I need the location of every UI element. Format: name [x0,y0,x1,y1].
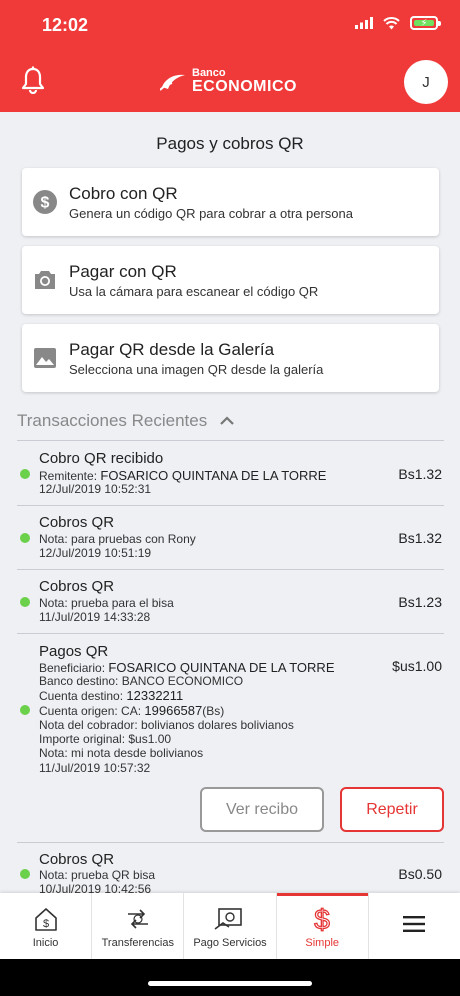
nav-item-simple[interactable]: $ Simple [276,893,369,959]
transaction-date: 12/Jul/2019 10:52:31 [39,482,152,496]
dollar-circle-icon: $ [33,190,57,214]
nav-label: Simple [305,937,340,949]
battery-icon: ⚡ [410,16,441,30]
page-title: Pagos y cobros QR [156,134,304,153]
home-indicator[interactable] [148,981,312,986]
transaction-line: Nota del cobrador: bolivianos dolares bo… [39,718,294,732]
transaction-line: Remitente: FOSARICO QUINTANA DE LA TORRE [39,468,327,483]
charge-qr-card[interactable]: $ Cobro con QR Genera un código QR para … [22,168,439,236]
nav-item-transferencias[interactable]: Transferencias [92,893,185,959]
app-header: 12:02 ⚡ Banco ECONOMICO J [0,0,460,112]
recent-transactions-header[interactable]: Transacciones Recientes [17,411,235,431]
transaction-title: Cobros QR [39,851,115,868]
transaction-amount: $us1.00 [392,658,442,674]
repeat-button[interactable]: Repetir [340,787,444,832]
status-dot [20,869,30,879]
transaction-line: Cuenta origen: CA: 19966587(Bs) [39,703,225,718]
nav-label: Inicio [32,937,59,949]
divider [17,505,444,506]
home-indicator-bar [0,959,460,996]
status-dot [20,705,30,715]
nav-label: Pago Servicios [193,937,267,949]
transaction-item[interactable]: Cobro QR recibido Remitente: FOSARICO QU… [17,450,444,500]
pay-qr-card[interactable]: Pagar con QR Usa la cámara para escanear… [22,246,439,314]
transaction-date: 11/Jul/2019 14:33:28 [39,610,151,624]
transaction-amount: Bs1.32 [398,466,442,482]
bell-icon[interactable] [20,66,46,94]
signal-icon [355,17,373,29]
nav-item-pago-servicios[interactable]: Pago Servicios [184,893,277,959]
home-dollar-icon: $ [34,908,57,931]
transaction-note: Nota: prueba QR bisa [39,868,156,882]
card-title: Pagar QR desde la Galería [69,340,275,359]
divider [17,842,444,843]
transaction-line: Nota: mi nota desde bolivianos [39,746,204,760]
transaction-line: Cuenta destino: 12332211 [39,688,184,703]
avatar[interactable]: J [404,60,448,104]
transaction-item[interactable]: Cobros QR Nota: prueba QR bisa 10/Jul/20… [17,851,444,893]
transaction-line: Importe original: $us1.00 [39,732,172,746]
transaction-amount: Bs1.23 [398,594,442,610]
card-subtitle: Usa la cámara para escanear el código QR [69,284,319,299]
transaction-line: Banco destino: BANCO ECONOMICO [39,674,244,688]
logo-bottom-text: ECONOMICO [192,78,297,95]
view-receipt-button[interactable]: Ver recibo [200,787,324,832]
card-subtitle: Selecciona una imagen QR desde la galerí… [69,362,324,377]
bottom-nav: $ Inicio Transferencias Pago Servicios $… [0,893,460,959]
transaction-date: 11/Jul/2019 10:57:32 [39,761,151,775]
status-dot [20,533,30,543]
transfer-icon [127,909,148,929]
transaction-title: Cobros QR [39,578,115,595]
dollar-icon: $ [314,903,331,933]
card-title: Pagar con QR [69,262,177,281]
status-dot [20,469,30,479]
card-subtitle: Genera un código QR para cobrar a otra p… [69,206,354,221]
card-title: Cobro con QR [69,184,178,203]
status-time: 12:02 [42,15,89,35]
divider [17,440,444,441]
recent-title: Transacciones Recientes [17,411,208,430]
nav-item-menu[interactable] [369,893,460,959]
chevron-up-icon[interactable] [219,416,235,426]
transaction-note: Nota: prueba para el bisa [39,596,174,610]
svg-text:$: $ [43,918,49,930]
nav-item-inicio[interactable]: $ Inicio [0,893,93,959]
status-icons: ⚡ [355,16,441,30]
divider [17,569,444,570]
nav-label: Transferencias [101,937,174,949]
bank-logo: Banco ECONOMICO [160,68,297,95]
transaction-date: 12/Jul/2019 10:51:19 [39,546,152,560]
pay-gallery-card[interactable]: Pagar QR desde la Galería Selecciona una… [22,324,439,392]
svg-text:$: $ [314,904,330,933]
camera-icon [35,271,55,289]
logo-mark-icon [160,74,185,91]
transaction-title: Cobros QR [39,514,115,531]
image-icon [34,348,56,368]
transaction-item[interactable]: Cobros QR Nota: para pruebas con Rony 12… [17,514,444,564]
transaction-line: Beneficiario: FOSARICO QUINTANA DE LA TO… [39,660,335,675]
transaction-item[interactable]: Cobros QR Nota: prueba para el bisa 11/J… [17,578,444,628]
status-dot [20,597,30,607]
wifi-icon [383,16,400,29]
divider [17,633,444,634]
svg-text:$: $ [41,195,50,212]
transaction-amount: Bs1.32 [398,530,442,546]
transaction-amount: Bs0.50 [398,866,442,882]
transaction-title: Cobro QR recibido [39,450,164,467]
bill-icon [214,908,242,930]
transaction-note: Nota: para pruebas con Rony [39,532,196,546]
transaction-date: 10/Jul/2019 10:42:56 [39,882,152,893]
menu-icon [403,916,426,932]
transaction-title: Pagos QR [39,643,109,660]
